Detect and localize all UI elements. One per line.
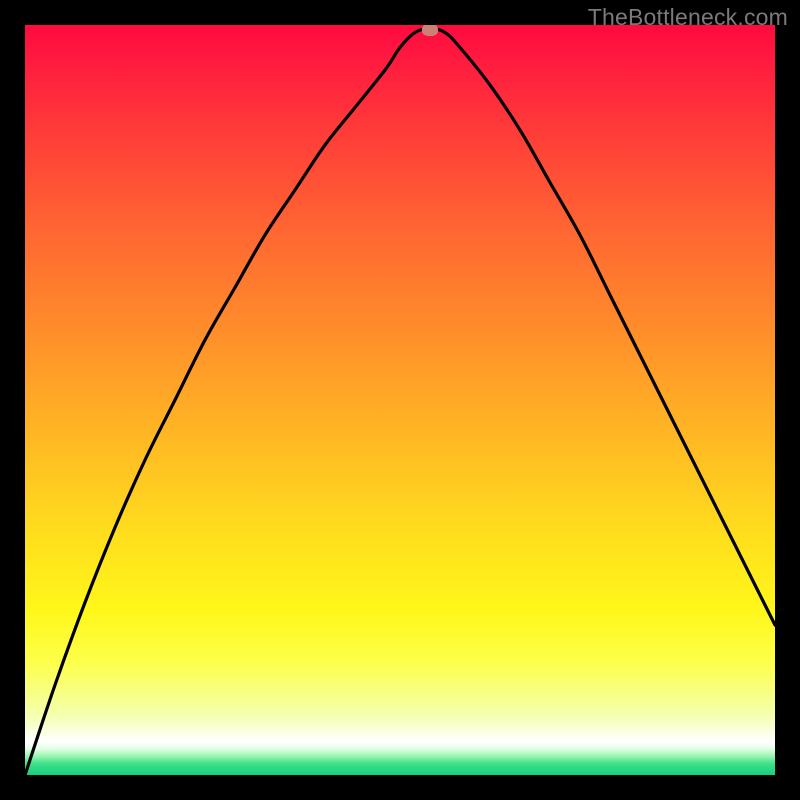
plot-area (25, 25, 775, 775)
optimum-marker (422, 25, 438, 36)
curve-layer (25, 25, 775, 775)
chart-frame: TheBottleneck.com (0, 0, 800, 800)
bottleneck-curve (25, 29, 775, 775)
